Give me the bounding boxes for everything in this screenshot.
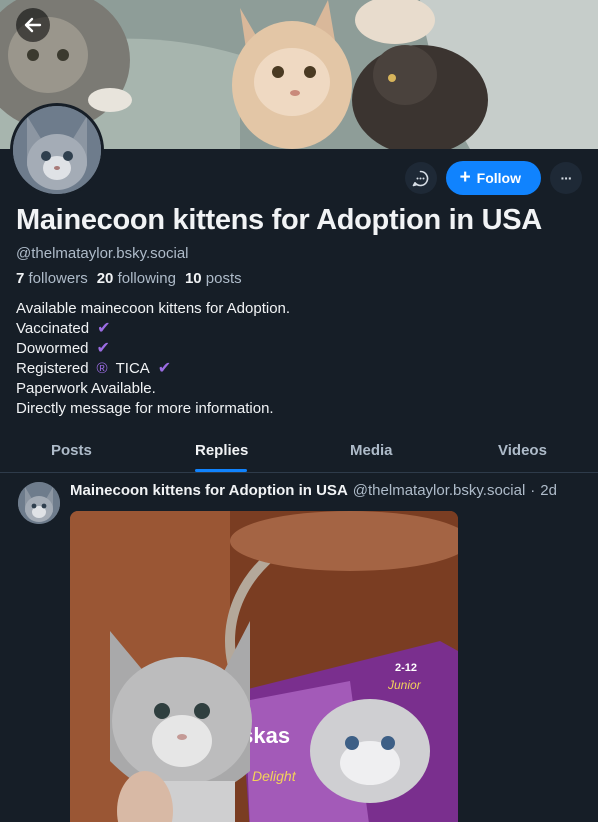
feed-post[interactable]: Mainecoon kittens for Adoption in USA @t…: [0, 474, 598, 822]
profile-avatar[interactable]: [10, 103, 104, 197]
back-button[interactable]: [16, 8, 50, 42]
checkmark-icon: ✔: [96, 340, 110, 357]
profile-handle: @thelmataylor.bsky.social: [16, 245, 189, 262]
post-author-name[interactable]: Mainecoon kittens for Adoption in USA: [70, 482, 348, 499]
post-image[interactable]: 2-12 Junior iskas Delight: [70, 511, 458, 822]
profile-stats: 7 followers 20 following 10 posts: [16, 270, 242, 287]
post-separator: ·: [530, 482, 536, 499]
bio-text: Directly message for more information.: [16, 400, 274, 417]
bio-text: Available mainecoon kittens for Adoption…: [16, 300, 291, 317]
checkmark-icon: ✔: [157, 360, 172, 377]
profile-tabs: Posts Replies Media Videos: [0, 428, 598, 473]
post-header: Mainecoon kittens for Adoption in USA @t…: [70, 482, 557, 499]
follow-button[interactable]: + Follow: [445, 161, 541, 195]
more-options-button[interactable]: ···: [550, 162, 582, 194]
bio-line: Paperwork Available.: [16, 379, 290, 399]
tab-replies[interactable]: Replies: [195, 428, 248, 473]
following-count: 20: [96, 270, 114, 287]
plus-icon: +: [459, 166, 471, 188]
checkmark-icon: ✔: [97, 320, 111, 337]
posts-stat: 10 posts: [185, 270, 242, 287]
bio-line: Vaccinated ✔: [16, 319, 290, 339]
post-timestamp[interactable]: 2d: [540, 482, 557, 499]
post-photo: 2-12 Junior iskas Delight: [70, 511, 458, 822]
followers-label: followers: [28, 270, 88, 287]
profile-actions: + Follow ···: [404, 161, 582, 195]
profile-display-name: Mainecoon kittens for Adoption in USA: [16, 204, 542, 236]
registered-icon: ®: [96, 360, 108, 377]
profile-bio: Available mainecoon kittens for Adoption…: [16, 299, 290, 419]
package-age-text: 2-12: [395, 662, 417, 674]
message-button[interactable]: [404, 162, 437, 194]
posts-count: 10: [184, 270, 202, 287]
following-label: following: [117, 270, 176, 287]
bio-line: Directly message for more information.: [16, 399, 290, 419]
avatar-image: [13, 106, 101, 194]
post-avatar-image: [18, 482, 60, 524]
bio-line: Dowormed ✔: [16, 339, 290, 359]
following-link[interactable]: 20 following: [97, 270, 176, 287]
bio-text: Paperwork Available.: [16, 380, 156, 397]
ellipsis-icon: ···: [560, 170, 573, 186]
package-delight-text: Delight: [252, 768, 297, 784]
bio-text: Registered: [16, 360, 89, 377]
tab-posts[interactable]: Posts: [51, 428, 92, 473]
bio-text: TICA: [115, 360, 150, 377]
arrow-left-icon: [24, 17, 42, 33]
followers-count: 7: [16, 270, 25, 287]
tab-media[interactable]: Media: [350, 428, 393, 473]
bio-line: Registered ® TICA ✔: [16, 359, 290, 379]
chat-bubble-icon: [412, 170, 429, 186]
tab-videos[interactable]: Videos: [498, 428, 547, 473]
post-author-handle[interactable]: @thelmataylor.bsky.social: [353, 482, 526, 499]
bio-text: Dowormed: [16, 340, 89, 357]
posts-label: posts: [205, 270, 242, 287]
bio-text: Vaccinated: [16, 320, 90, 337]
active-tab-indicator: [195, 469, 247, 472]
follow-label: Follow: [476, 170, 521, 186]
package-junior-text: Junior: [387, 678, 422, 692]
followers-link[interactable]: 7 followers: [16, 270, 88, 287]
bio-line: Available mainecoon kittens for Adoption…: [16, 299, 290, 319]
post-avatar[interactable]: [18, 482, 60, 524]
